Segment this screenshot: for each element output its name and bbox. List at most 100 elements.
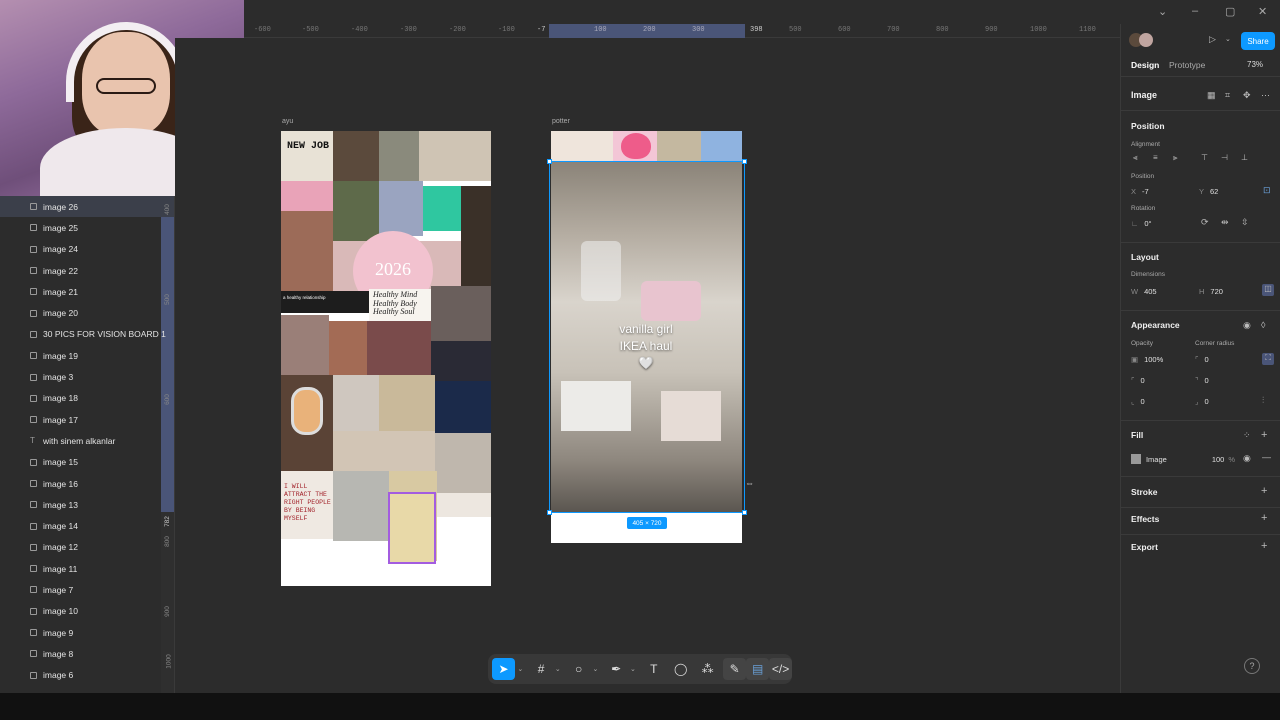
layer-item[interactable]: image 22 (0, 260, 174, 281)
fill-row[interactable]: Image 100 % (1131, 451, 1241, 467)
layer-item[interactable]: image 12 (0, 537, 174, 558)
move-tool-icon[interactable]: ➤ (492, 658, 515, 680)
add-stroke-icon[interactable]: + (1261, 485, 1267, 497)
align-middle-icon[interactable]: ⊣ (1221, 153, 1228, 162)
text-tool-icon[interactable]: T (642, 658, 665, 680)
layer-item[interactable]: image 15 (0, 452, 174, 473)
close-icon[interactable]: ✕ (1258, 5, 1267, 18)
layer-item[interactable]: image 17 (0, 409, 174, 430)
component-icon[interactable]: ✥ (1243, 90, 1251, 101)
layer-item[interactable]: image 25 (0, 217, 174, 238)
layer-item[interactable]: image 9 (0, 622, 174, 643)
align-center-icon[interactable]: ≡ (1153, 153, 1158, 162)
draw-mode-icon[interactable]: ✎ (723, 658, 747, 680)
rotate-icon[interactable]: ⟳ (1201, 217, 1209, 228)
chevron-down-icon[interactable]: ⌄ (590, 658, 601, 680)
height-field[interactable]: H 720 (1199, 283, 1257, 299)
resize-handle[interactable] (742, 510, 747, 515)
layer-item[interactable]: image 16 (0, 473, 174, 494)
independent-corners-icon[interactable]: ⛶ (1262, 353, 1274, 365)
styles-icon[interactable]: ⁘ (1243, 430, 1251, 441)
corner-top-right-field[interactable]: ⌝ 0 (1195, 372, 1253, 388)
layer-item[interactable]: 30 PICS FOR VISION BOARD 1 (0, 324, 174, 345)
tab-prototype[interactable]: Prototype (1169, 60, 1205, 70)
layer-item[interactable]: image 20 (0, 302, 174, 323)
layer-item[interactable]: image 13 (0, 494, 174, 515)
y-field[interactable]: Y 62 (1199, 183, 1257, 199)
align-left-icon[interactable]: ⫷ (1133, 153, 1138, 163)
corner-bottom-left-field[interactable]: ⌞ 0 (1131, 393, 1189, 409)
minimize-icon[interactable]: – (1192, 5, 1198, 17)
resize-handle[interactable] (742, 159, 747, 164)
layer-item[interactable]: image 14 (0, 515, 174, 536)
frame-label-potter[interactable]: potter (552, 118, 570, 125)
layer-item[interactable]: image 7 (0, 579, 174, 600)
corner-radius-field[interactable]: ⌜ 0 (1195, 351, 1253, 367)
add-effect-icon[interactable]: + (1261, 512, 1267, 524)
grid-icon[interactable]: ▦ (1207, 90, 1216, 101)
remove-fill-icon[interactable]: — (1262, 452, 1271, 462)
layer-item[interactable]: image 21 (0, 281, 174, 302)
selected-collage-tile[interactable] (388, 492, 436, 564)
align-right-icon[interactable]: ⫸ (1173, 153, 1178, 163)
more-icon[interactable]: ⋯ (1261, 90, 1270, 101)
share-button[interactable]: Share (1241, 32, 1275, 50)
tab-design[interactable]: Design (1131, 60, 1159, 70)
add-export-icon[interactable]: + (1261, 540, 1267, 552)
chevron-down-icon[interactable]: ⌄ (628, 658, 639, 680)
corner-settings-icon[interactable]: ⫶ (1262, 395, 1264, 406)
chevron-down-icon[interactable]: ⌄ (1158, 5, 1167, 18)
avatar[interactable] (1139, 33, 1153, 47)
vision-board-ayu[interactable]: NEW JOB 2026 a healthy relationship Heal… (281, 131, 491, 586)
chevron-down-icon[interactable]: ⌄ (1225, 35, 1231, 43)
dev-mode-icon[interactable]: </> (769, 658, 793, 680)
layer-item[interactable]: image 26 (0, 196, 174, 218)
align-top-icon[interactable]: ⊤ (1201, 153, 1208, 162)
align-bottom-icon[interactable]: ⊥ (1241, 153, 1248, 162)
fill-swatch[interactable] (1131, 454, 1141, 464)
fill-visibility-icon[interactable]: ◉ (1243, 453, 1251, 464)
rotation-field[interactable]: ∟ 0° (1131, 215, 1189, 231)
crop-icon[interactable]: ⌗ (1225, 90, 1230, 101)
ellipse-tool-icon[interactable]: ○ (567, 658, 590, 680)
resize-handle[interactable] (547, 159, 552, 164)
frame-label-ayu[interactable]: ayu (282, 118, 293, 125)
x-field[interactable]: X -7 (1131, 183, 1189, 199)
layer-item[interactable]: image 24 (0, 239, 174, 260)
layer-item[interactable]: image 19 (0, 345, 174, 366)
layer-item[interactable]: Twith sinem alkanlar (0, 430, 174, 451)
layer-item[interactable]: image 6 (0, 665, 174, 686)
layer-item[interactable]: image 18 (0, 388, 174, 409)
selection-box[interactable] (547, 159, 747, 515)
blend-icon[interactable]: ◊ (1261, 320, 1265, 330)
chevron-down-icon[interactable]: ⌄ (515, 658, 526, 680)
play-icon[interactable]: ▷ (1209, 34, 1216, 45)
layer-item[interactable]: image 10 (0, 601, 174, 622)
add-fill-icon[interactable]: + (1261, 429, 1267, 441)
components-tool-icon[interactable]: ⁂ (696, 658, 719, 680)
maximize-icon[interactable]: ▢ (1225, 5, 1235, 18)
design-mode-icon[interactable]: ▤ (746, 658, 770, 680)
flip-vertical-icon[interactable]: ⇳ (1241, 217, 1249, 228)
opacity-field[interactable]: ▣ 100% (1131, 351, 1189, 367)
pen-tool-icon[interactable]: ✒ (605, 658, 628, 680)
flip-horizontal-icon[interactable]: ⇹ (1221, 217, 1229, 228)
constrain-proportions-icon[interactable]: ◫ (1262, 284, 1274, 296)
layer-item[interactable]: image 8 (0, 643, 174, 664)
frame-tool-icon[interactable]: # (530, 658, 553, 680)
resize-handle[interactable] (547, 510, 552, 515)
help-button[interactable]: ? (1244, 658, 1260, 674)
collage-tile (657, 131, 701, 161)
width-field[interactable]: W 405 (1131, 283, 1189, 299)
corner-bottom-right-field[interactable]: ⌟ 0 (1195, 393, 1253, 409)
corner-top-left-field[interactable]: ⌜ 0 (1131, 372, 1189, 388)
zoom-level[interactable]: 73% (1247, 60, 1263, 69)
layer-item[interactable]: image 11 (0, 558, 174, 579)
eye-icon[interactable]: ◉ (1243, 320, 1251, 331)
comment-tool-icon[interactable]: ◯ (669, 658, 692, 680)
collaborator-avatars[interactable] (1129, 33, 1157, 49)
layer-item[interactable]: image 3 (0, 366, 174, 387)
chevron-down-icon[interactable]: ⌄ (553, 658, 564, 680)
image-icon (30, 650, 37, 658)
constraints-icon[interactable]: ⊡ (1263, 185, 1271, 196)
